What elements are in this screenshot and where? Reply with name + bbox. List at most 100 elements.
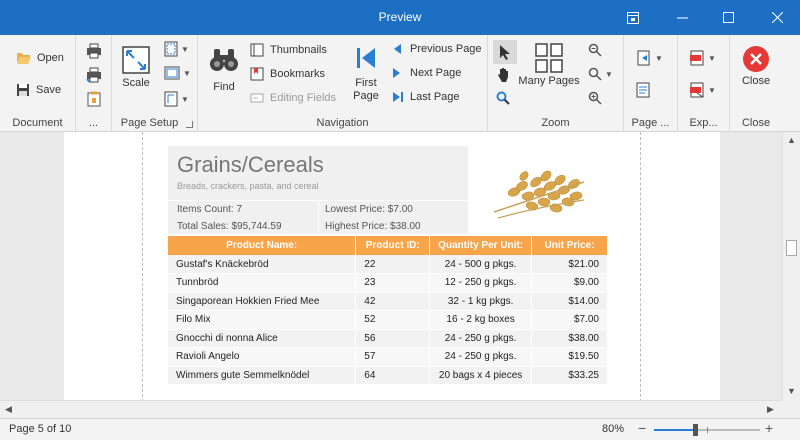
next-page-icon (393, 68, 400, 78)
first-page-label-1: First (355, 77, 377, 89)
category-title: Grains/Cereals (177, 152, 324, 177)
close-icon (771, 12, 783, 23)
category-description: Breads, crackers, pasta, and cereal (177, 181, 319, 191)
vertical-scrollbar[interactable]: ▲ ▼ (782, 132, 800, 402)
quick-print-button[interactable] (86, 67, 102, 83)
hand-tool-button[interactable] (496, 66, 512, 82)
print-button[interactable] (86, 43, 102, 59)
next-page-button[interactable]: Next Page (392, 67, 461, 79)
first-page-button[interactable]: First Page (348, 45, 384, 103)
printer-icon (87, 43, 101, 59)
page-color-button[interactable]: ▼ (636, 50, 663, 66)
zoom-level: 80% (602, 423, 625, 435)
quantity-cell: 32 - 1 kg pkgs. (429, 292, 533, 311)
product-name-cell: Wimmers gute Semmelknödel (168, 366, 357, 385)
orientation-button[interactable]: ▼ (164, 66, 191, 80)
print-group-label: ... (88, 117, 99, 129)
table-row: Gustaf's Knäckebröd 22 24 - 500 g pkgs. … (168, 255, 608, 274)
unit-price-cell: $9.00 (531, 273, 608, 293)
column-header: Quantity Per Unit: (429, 236, 533, 255)
many-pages-icon (535, 43, 563, 73)
title-bar: Preview (0, 0, 800, 35)
scroll-up-icon[interactable]: ▲ (787, 135, 796, 145)
column-header: Product Name: (168, 236, 357, 255)
send-button[interactable]: ▼ (689, 82, 716, 98)
zoom-in-button[interactable] (588, 91, 602, 105)
page-setup-dialog-button[interactable] (87, 91, 101, 107)
many-pages-button[interactable]: Many Pages (518, 43, 580, 88)
save-button[interactable]: Save (16, 83, 61, 97)
close-window-button[interactable] (754, 0, 800, 35)
maximize-button[interactable] (705, 0, 751, 35)
options-button[interactable] (610, 0, 656, 35)
page-indicator: Page 5 of 10 (9, 423, 72, 435)
pointer-tool-button[interactable] (493, 40, 517, 64)
editing-fields-icon (250, 93, 264, 103)
send-caret-icon: ▼ (708, 85, 716, 95)
page-color-caret-icon: ▼ (655, 53, 663, 63)
quick-printer-icon (86, 67, 101, 83)
margins-button[interactable]: ▼ (164, 41, 189, 57)
paper-size-button[interactable]: ▼ (164, 91, 189, 107)
scroll-down-icon[interactable]: ▼ (787, 386, 796, 396)
zoom-out-button[interactable] (588, 43, 602, 57)
product-name-cell: Tunnbröd (168, 273, 357, 293)
total-sales: Total Sales: $95,744.59 (177, 221, 282, 232)
zoom-in-small-button[interactable]: + (765, 420, 773, 436)
scale-button[interactable]: Scale (120, 45, 152, 90)
send-email-icon (690, 82, 704, 98)
vertical-scroll-thumb[interactable] (786, 240, 797, 256)
navigation-group-label: Navigation (316, 117, 369, 129)
thumbnails-button[interactable]: Thumbnails (250, 43, 327, 57)
minimize-button[interactable] (659, 0, 705, 35)
product-id-cell: 56 (355, 329, 431, 348)
page-setup-launcher-icon[interactable] (186, 121, 193, 128)
magnifier-icon (496, 91, 510, 105)
quantity-cell: 12 - 250 g pkgs. (429, 273, 533, 293)
page-background-group-label: Page ... (631, 117, 670, 129)
orientation-icon (164, 66, 180, 80)
table-row: Filo Mix 52 16 - 2 kg boxes $7.00 (168, 310, 608, 330)
hand-icon (498, 68, 508, 82)
unit-price-cell: $33.25 (531, 366, 608, 385)
scroll-left-icon[interactable]: ◀ (5, 404, 12, 415)
zoom-in-icon (588, 91, 602, 105)
zoom-group-label: Zoom (541, 117, 570, 129)
product-name-cell: Gnocchi di nonna Alice (168, 329, 357, 348)
export-caret-icon: ▼ (708, 53, 716, 63)
scroll-right-icon[interactable]: ▶ (767, 404, 774, 415)
horizontal-scrollbar[interactable]: ◀ ▶ (0, 400, 782, 418)
product-id-cell: 22 (355, 255, 431, 274)
document-group-label: Document (12, 117, 63, 129)
right-margin-guide (640, 132, 641, 402)
product-id-cell: 23 (355, 273, 431, 293)
close-preview-button[interactable]: Close (740, 45, 772, 88)
previous-page-button[interactable]: Previous Page (392, 43, 482, 55)
magnifier-tool-button[interactable] (496, 91, 510, 105)
bookmarks-button[interactable]: Bookmarks (250, 67, 325, 81)
thumbnails-label: Thumbnails (270, 44, 327, 56)
product-table: Product Name: Product ID: Quantity Per U… (168, 236, 608, 385)
category-header: Grains/Cereals Breads, crackers, pasta, … (168, 146, 468, 234)
last-page-button[interactable]: Last Page (392, 91, 460, 103)
find-button[interactable]: Find (206, 47, 242, 94)
scale-label: Scale (122, 77, 150, 89)
paper-size-icon (164, 91, 178, 107)
editing-fields-button[interactable]: Editing Fields (250, 91, 336, 105)
open-button[interactable]: Open (16, 51, 64, 65)
export-button[interactable]: ▼ (689, 50, 716, 66)
items-count: Items Count: 7 (177, 204, 243, 215)
zoom-dropdown-button[interactable]: ▼ (588, 67, 613, 81)
zoom-out-small-button[interactable]: − (638, 420, 646, 436)
unit-price-cell: $7.00 (531, 310, 608, 330)
margins-icon (164, 41, 178, 57)
orientation-caret-icon: ▼ (183, 68, 191, 78)
watermark-icon (636, 82, 650, 98)
lowest-price: Lowest Price: $7.00 (325, 204, 413, 215)
document-group: Open Save Document (0, 35, 76, 132)
zoom-slider-thumb[interactable] (693, 424, 698, 436)
page-color-icon (637, 50, 650, 66)
unit-price-cell: $21.00 (531, 255, 608, 274)
watermark-button[interactable] (636, 82, 650, 98)
document-viewer[interactable]: Grains/Cereals Breads, crackers, pasta, … (0, 132, 800, 418)
